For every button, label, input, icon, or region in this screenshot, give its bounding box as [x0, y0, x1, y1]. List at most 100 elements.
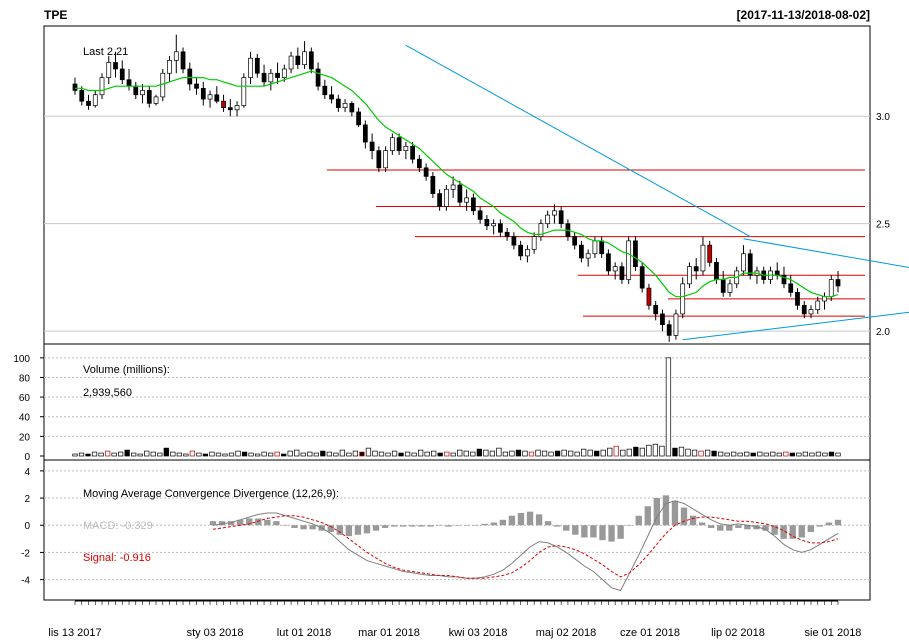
volume-bar [411, 452, 417, 457]
candle-body [572, 236, 578, 246]
volume-bar [822, 452, 828, 457]
volume-bar [522, 450, 528, 457]
volume-bar [85, 453, 91, 457]
volume-bar [91, 451, 98, 457]
macd-histogram-bar [418, 525, 425, 527]
volume-bar [241, 451, 248, 457]
volume-bar [339, 449, 346, 457]
macd-histogram-bar [735, 525, 742, 528]
volume-bar [78, 452, 85, 457]
candle-body [437, 193, 442, 207]
candle-body [119, 68, 125, 81]
macd-histogram-bar [834, 519, 842, 526]
candle-body [396, 137, 402, 151]
candle-body [585, 253, 591, 259]
candle-body [86, 100, 91, 106]
volume-tick-label: 40 [19, 413, 31, 424]
candle-body [403, 145, 409, 151]
volume-bar [235, 450, 241, 457]
volume-bar [274, 451, 280, 457]
price-tick-label: 2.0 [876, 327, 890, 338]
volume-bar [457, 449, 463, 457]
candle-body [167, 60, 172, 74]
candle-body [491, 223, 497, 227]
volume-bar [365, 447, 372, 457]
volume-bar [424, 451, 430, 457]
volume-bar [320, 450, 326, 457]
candle-body [815, 300, 821, 310]
candle-body [322, 85, 328, 96]
candle-body [788, 283, 794, 293]
macd-histogram-bar [635, 515, 642, 526]
macd-histogram-bar [436, 525, 443, 526]
macd-panel [43, 459, 871, 601]
candle-body [113, 62, 118, 70]
moving-average-line [75, 70, 839, 298]
price-chart: TPE [2017-11-13/2018-08-02] 3.0 2.5 2.0 100… [13, 8, 909, 639]
macd-histogram-bar [590, 525, 597, 538]
candle-body [254, 57, 260, 74]
macd-histogram-bar [409, 525, 416, 527]
macd-histogram-bar [526, 511, 534, 526]
macd-histogram-bar [427, 525, 434, 527]
candle-body [727, 283, 733, 293]
volume-bar [359, 451, 365, 457]
volume-panel [43, 343, 871, 461]
volume-bar [770, 451, 776, 457]
candle-body [308, 51, 314, 70]
volume-bar [189, 450, 196, 457]
candle-body [72, 83, 78, 91]
candle-body [471, 197, 476, 212]
macd-histogram-bar [535, 514, 543, 526]
trend-line [405, 44, 751, 238]
candle-body [187, 68, 193, 85]
volume-bar [157, 452, 163, 457]
volume-bar [744, 451, 750, 457]
candle-body [450, 184, 456, 190]
candle-body [227, 107, 233, 111]
candle-body [302, 51, 307, 66]
volume-bar [118, 451, 124, 457]
candle-body [606, 253, 611, 272]
volume-bar [554, 450, 561, 457]
volume-bar [170, 451, 176, 457]
volume-bar [620, 449, 626, 457]
volume-bar [633, 446, 639, 457]
macd-histogram-bar [472, 525, 479, 526]
macd-histogram-bar [309, 525, 316, 530]
candle-body [268, 72, 274, 83]
macd-line [212, 500, 839, 592]
candle-body [680, 283, 686, 315]
macd-histogram-bar [599, 525, 606, 541]
volume-tick-label: 0 [24, 452, 30, 463]
macd-histogram-bar [554, 525, 561, 527]
volume-bar [307, 451, 313, 457]
volume-bar [294, 449, 300, 457]
candle-body [207, 94, 213, 100]
macd-histogram-bar [671, 500, 679, 526]
volume-bar [222, 453, 228, 457]
volume-bar [750, 452, 756, 457]
macd-histogram-bar [816, 525, 824, 527]
macd-histogram-bar [264, 519, 271, 526]
volume-bar [483, 449, 489, 457]
volume-bar [646, 444, 652, 457]
volume-bar [809, 452, 815, 457]
last-price-label: Last 2.21 [83, 46, 128, 58]
macd-histogram-bar [581, 525, 588, 538]
macd-histogram-bar [717, 525, 724, 531]
macd-value: MACD: -0.329 [83, 520, 153, 532]
candle-body [356, 111, 361, 126]
volume-bar [704, 449, 711, 457]
volume-bar [378, 451, 385, 457]
macd-histogram-bar [544, 521, 552, 526]
candle-body [639, 266, 645, 289]
macd-histogram-bar [499, 519, 507, 526]
volume-bar [639, 447, 645, 457]
volume-bar [346, 452, 352, 457]
x-axis-label: lip 02 2018 [711, 627, 765, 639]
candle-body [531, 236, 537, 250]
candle-body [808, 309, 814, 315]
macd-histogram-bar [662, 495, 670, 526]
candle-body [525, 249, 530, 257]
